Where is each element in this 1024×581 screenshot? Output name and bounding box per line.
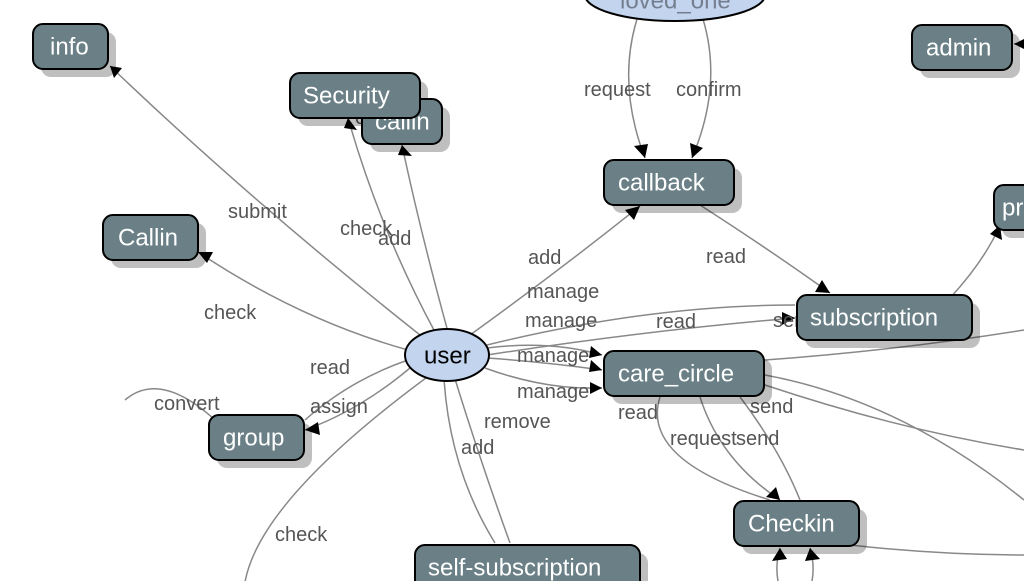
edge-sub-pro xyxy=(950,225,1000,298)
edge-label-send1: send xyxy=(736,428,779,450)
edge-label-request2: request xyxy=(670,428,737,450)
edge-label-convert: convert xyxy=(154,393,220,415)
node-label-pro: pro xyxy=(1002,194,1024,221)
arrowhead xyxy=(634,144,648,158)
er-diagram: submit check add check add request confi… xyxy=(0,0,1024,581)
edge-cc-off-2 xyxy=(765,375,1024,500)
arrowhead xyxy=(590,382,602,394)
edge-label-check3: check xyxy=(275,524,328,546)
edge-label-manage2: manage xyxy=(525,310,597,332)
edge-label-manage3: manage xyxy=(517,345,589,367)
edge-label-check2: check xyxy=(204,302,257,324)
node-label-user: user xyxy=(424,342,471,369)
edge-label-read2: read xyxy=(656,311,696,333)
edge-user-self-add xyxy=(444,379,495,543)
edge-label-read4: read xyxy=(618,402,658,424)
node-label-admin: admin xyxy=(926,34,991,61)
edge-label-add2: add xyxy=(528,247,561,269)
edge-label-submit: submit xyxy=(228,201,287,223)
edge-label-manage4: manage xyxy=(517,381,589,403)
edge-label-confirm: confirm xyxy=(676,79,742,101)
node-label-security: Security xyxy=(303,82,390,109)
edge-user-self-remove xyxy=(455,379,510,543)
edge-label-assign: assign xyxy=(310,396,368,418)
edge-label-remove: remove xyxy=(484,411,551,433)
edge-label-read: read xyxy=(706,246,746,268)
edge-label-manage1: manage xyxy=(527,281,599,303)
edge-label-add: add xyxy=(378,228,411,250)
node-label-self-sub: self-subscription xyxy=(428,554,601,581)
arrowhead xyxy=(766,487,780,500)
arrowhead xyxy=(815,280,830,293)
node-label-group: group xyxy=(223,424,284,451)
edge-label-read3: read xyxy=(310,357,350,379)
node-label-subscription: subscription xyxy=(810,304,938,331)
arrowhead xyxy=(589,346,602,358)
node-label-care-circle: care_circle xyxy=(618,360,734,387)
edge-label-add3: add xyxy=(461,437,494,459)
node-label-callback: callback xyxy=(618,169,706,196)
node-label-info: info xyxy=(50,33,89,60)
edge-label-request: request xyxy=(584,79,651,101)
edge-chk-off xyxy=(850,545,1024,555)
node-label-callin: Callin xyxy=(118,224,178,251)
node-label-loved-one: loved_one xyxy=(620,0,731,14)
node-label-checkin: Checkin xyxy=(748,510,835,537)
arrowhead xyxy=(589,360,602,372)
